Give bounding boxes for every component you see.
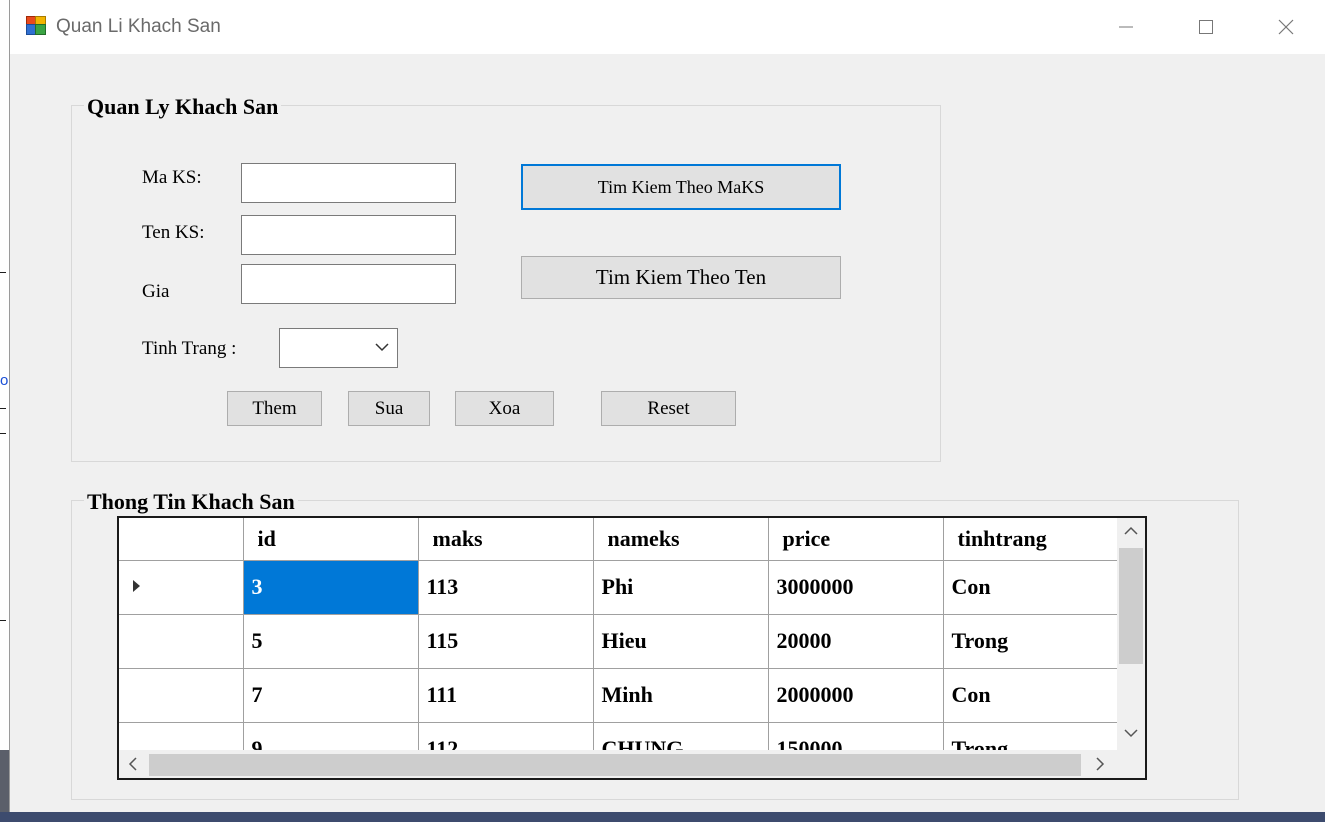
table-cell[interactable]: 7: [243, 668, 419, 723]
maks-input[interactable]: [241, 163, 456, 203]
horizontal-scroll-thumb[interactable]: [149, 754, 1081, 776]
table-cell[interactable]: 113: [418, 560, 594, 615]
table-cell[interactable]: 2000000: [768, 668, 944, 723]
table-cell[interactable]: 20000: [768, 614, 944, 669]
table-cell[interactable]: 111: [418, 668, 594, 723]
close-button[interactable]: [1246, 0, 1325, 54]
background-tick: [0, 272, 6, 273]
vertical-scrollbar[interactable]: [1117, 518, 1145, 750]
background-tick: [0, 408, 6, 409]
table-cell[interactable]: 3: [243, 560, 419, 615]
tenks-input[interactable]: [241, 215, 456, 255]
gia-label: Gia: [142, 281, 170, 302]
table-cell[interactable]: Hieu: [593, 614, 769, 669]
edit-button[interactable]: Sua: [348, 391, 430, 426]
scroll-left-icon[interactable]: [128, 757, 138, 771]
tinhtrang-label: Tinh Trang :: [142, 338, 237, 359]
column-header-tinhtrang[interactable]: tinhtrang: [943, 518, 1120, 561]
gia-input[interactable]: [241, 264, 456, 304]
table-cell[interactable]: Trong: [943, 614, 1120, 669]
hotel-table: id maks nameks price tinhtrang 3 113 Phi…: [119, 518, 1120, 777]
title-bar[interactable]: Quan Li Khach San: [10, 0, 1325, 54]
app-window: Quan Li Khach San Quan Ly Khach San Ma K…: [9, 0, 1325, 812]
maximize-icon: [1199, 20, 1213, 34]
window-title: Quan Li Khach San: [56, 16, 221, 37]
maks-label: Ma KS:: [142, 167, 202, 188]
table-cell[interactable]: Con: [943, 560, 1120, 615]
row-pointer-icon: [133, 580, 140, 592]
minimize-icon: [1119, 26, 1133, 28]
table-cell[interactable]: Minh: [593, 668, 769, 723]
taskbar: [0, 812, 1325, 822]
horizontal-scrollbar[interactable]: [119, 750, 1145, 778]
background-tick: [0, 433, 6, 434]
manage-group-title: Quan Ly Khach San: [84, 94, 282, 120]
row-header[interactable]: [119, 560, 244, 615]
chevron-down-icon: [375, 343, 389, 352]
column-header-price[interactable]: price: [768, 518, 944, 561]
app-icon: [26, 16, 46, 36]
table-row[interactable]: 5 115 Hieu 20000 Trong: [119, 614, 1120, 669]
table-cell[interactable]: Phi: [593, 560, 769, 615]
reset-button[interactable]: Reset: [601, 391, 736, 426]
tenks-label: Ten KS:: [142, 222, 205, 243]
row-header[interactable]: [119, 668, 244, 723]
search-by-name-button[interactable]: Tim Kiem Theo Ten: [521, 256, 841, 299]
table-header-row: id maks nameks price tinhtrang: [119, 518, 1120, 561]
scroll-right-icon[interactable]: [1095, 757, 1105, 771]
table-cell[interactable]: Con: [943, 668, 1120, 723]
background-link-fragment[interactable]: o: [0, 372, 8, 389]
column-header-maks[interactable]: maks: [418, 518, 594, 561]
maximize-button[interactable]: [1166, 0, 1246, 54]
delete-button[interactable]: Xoa: [455, 391, 554, 426]
hotel-data-grid[interactable]: id maks nameks price tinhtrang 3 113 Phi…: [117, 516, 1147, 780]
tinhtrang-select[interactable]: [279, 328, 398, 368]
column-header-id[interactable]: id: [243, 518, 419, 561]
row-header-corner: [119, 518, 244, 561]
row-header[interactable]: [119, 614, 244, 669]
table-cell[interactable]: 5: [243, 614, 419, 669]
table-cell[interactable]: 115: [418, 614, 594, 669]
background-tick: [0, 620, 6, 621]
table-row[interactable]: 3 113 Phi 3000000 Con: [119, 560, 1120, 615]
table-row[interactable]: 7 111 Minh 2000000 Con: [119, 668, 1120, 723]
vertical-scroll-thumb[interactable]: [1119, 548, 1143, 664]
column-header-nameks[interactable]: nameks: [593, 518, 769, 561]
scroll-up-icon[interactable]: [1124, 526, 1138, 536]
close-icon: [1278, 19, 1294, 35]
add-button[interactable]: Them: [227, 391, 322, 426]
scroll-down-icon[interactable]: [1124, 728, 1138, 738]
info-group-title: Thong Tin Khach San: [84, 489, 298, 515]
minimize-button[interactable]: [1086, 0, 1166, 54]
table-cell[interactable]: 3000000: [768, 560, 944, 615]
search-by-maks-button[interactable]: Tim Kiem Theo MaKS: [521, 164, 841, 210]
